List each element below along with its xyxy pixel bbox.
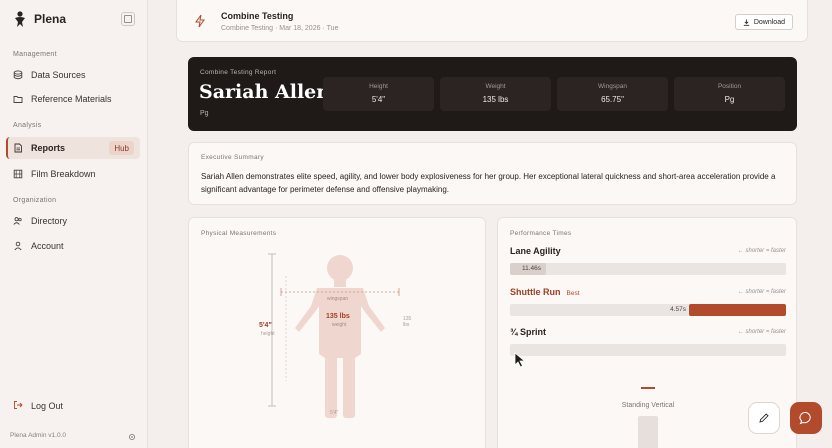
pencil-icon — [759, 413, 769, 423]
stat-height: Height 5'4" — [323, 77, 434, 111]
logout-icon — [13, 400, 23, 412]
height-sub: height — [261, 331, 275, 337]
bolt-icon — [195, 14, 205, 28]
stat-value: 65.75" — [601, 95, 624, 104]
stat-weight: Weight 135 lbs — [440, 77, 551, 111]
result-track: 11.46s — [510, 263, 786, 275]
sidebar-item-label: Film Breakdown — [31, 169, 96, 179]
section-label-organization: Organization — [13, 197, 57, 204]
section-label-management: Management — [13, 51, 57, 58]
weight-sub: weight — [332, 322, 347, 328]
sidebar-item-label: Reports — [31, 143, 66, 153]
stat-label: Wingspan — [598, 83, 627, 90]
section-label-analysis: Analysis — [13, 122, 42, 129]
hub-badge: Hub — [109, 141, 134, 155]
sidebar-item-data-sources[interactable]: Data Sources — [6, 64, 140, 86]
wingspan-label: wingspan — [327, 296, 349, 302]
mouse-cursor-icon — [514, 352, 526, 368]
body-silhouette-diagram — [268, 253, 400, 418]
app-name: Plena — [34, 12, 67, 26]
app-version: Plena Admin v1.0.0 — [10, 432, 67, 439]
summary-text: Sariah Allen demonstrates elite speed, a… — [201, 172, 776, 194]
performance-label: Performance Times — [510, 230, 572, 237]
result-value: 11.46s — [522, 265, 542, 272]
plena-logo-icon — [15, 10, 25, 27]
result-track: 4.57s — [510, 304, 786, 316]
stat-wingspan: Wingspan 65.75" — [557, 77, 668, 111]
test-hint: ← shorter = faster — [737, 329, 786, 335]
athlete-hero-card: Combine Testing Report Sariah Allen Pg H… — [188, 57, 797, 131]
sidebar-item-label: Directory — [31, 216, 68, 226]
sidebar-item-label: Account — [31, 241, 64, 251]
brand[interactable]: Plena — [14, 10, 66, 28]
physical-measurements-card: Physical Measurements 5'4" height wingsp… — [188, 217, 486, 448]
athlete-name: Sariah Allen — [199, 81, 331, 103]
test-hint: ← shorter = faster — [737, 289, 786, 295]
sidebar: Plena Management Data Sources Reference … — [0, 0, 148, 448]
download-button[interactable]: Download — [734, 14, 793, 30]
test-three-quarter-sprint: ¾ Sprint ← shorter = faster — [510, 327, 786, 356]
report-overline: Combine Testing Report — [200, 69, 277, 76]
bottom-value: 5'4" — [330, 410, 339, 416]
sidebar-item-directory[interactable]: Directory — [6, 210, 140, 232]
test-lane-agility: Lane Agility ← shorter = faster 11.46s — [510, 246, 786, 275]
sidebar-item-reports[interactable]: Reports Hub — [6, 137, 140, 159]
test-hint: ← shorter = faster — [737, 248, 786, 254]
report-title: Combine Testing — [221, 11, 294, 21]
users-icon — [13, 216, 23, 226]
chat-icon — [799, 412, 811, 425]
executive-summary-card: Executive Summary Sariah Allen demonstra… — [188, 142, 797, 205]
stat-value: 135 lbs — [482, 95, 509, 104]
report-header: Combine Testing Combine Testing · Mar 18… — [176, 0, 808, 42]
test-name-text: Shuttle Run — [510, 287, 561, 297]
film-icon — [13, 169, 23, 179]
edit-button[interactable] — [748, 402, 780, 434]
test-shuttle-run: Shuttle Run Best ← shorter = faster 4.57s — [510, 287, 786, 316]
download-label: Download — [753, 18, 785, 26]
vertical-marker — [641, 387, 655, 389]
athlete-position: Pg — [200, 110, 209, 117]
logout-label: Log Out — [31, 401, 64, 411]
sidebar-item-account[interactable]: Account — [6, 235, 140, 257]
main-content: Combine Testing Combine Testing · Mar 18… — [148, 0, 832, 448]
folder-icon — [13, 94, 23, 104]
logout-button[interactable]: Log Out — [13, 400, 63, 412]
stat-label: Height — [369, 83, 388, 90]
weight-value: 135 lbs — [326, 313, 350, 320]
download-icon — [743, 19, 750, 26]
sidebar-item-reference-materials[interactable]: Reference Materials — [6, 88, 140, 110]
sidebar-item-label: Data Sources — [31, 70, 86, 80]
stat-label: Weight — [485, 83, 506, 90]
sidebar-collapse-icon[interactable] — [121, 12, 135, 26]
stat-label: Position — [717, 83, 742, 90]
chat-button[interactable] — [790, 402, 822, 434]
database-icon — [13, 70, 23, 80]
right-sub: lbs — [403, 322, 410, 328]
summary-label: Executive Summary — [201, 154, 264, 161]
result-bar — [689, 304, 786, 316]
sidebar-item-film-breakdown[interactable]: Film Breakdown — [6, 163, 140, 185]
result-track — [510, 344, 786, 356]
vertical-bar — [638, 416, 658, 448]
stat-position: Position Pg — [674, 77, 785, 111]
stat-value: Pg — [724, 95, 735, 104]
height-value: 5'4" — [259, 322, 272, 329]
document-icon — [13, 143, 23, 153]
gear-icon[interactable] — [128, 433, 136, 441]
best-tag: Best — [566, 290, 580, 297]
sidebar-item-label: Reference Materials — [31, 94, 112, 104]
stat-value: 5'4" — [371, 95, 386, 104]
user-icon — [13, 241, 23, 251]
physical-label: Physical Measurements — [201, 230, 277, 237]
result-value: 4.57s — [670, 306, 686, 313]
report-subtitle: Combine Testing · Mar 18, 2026 · Tue — [221, 25, 339, 32]
